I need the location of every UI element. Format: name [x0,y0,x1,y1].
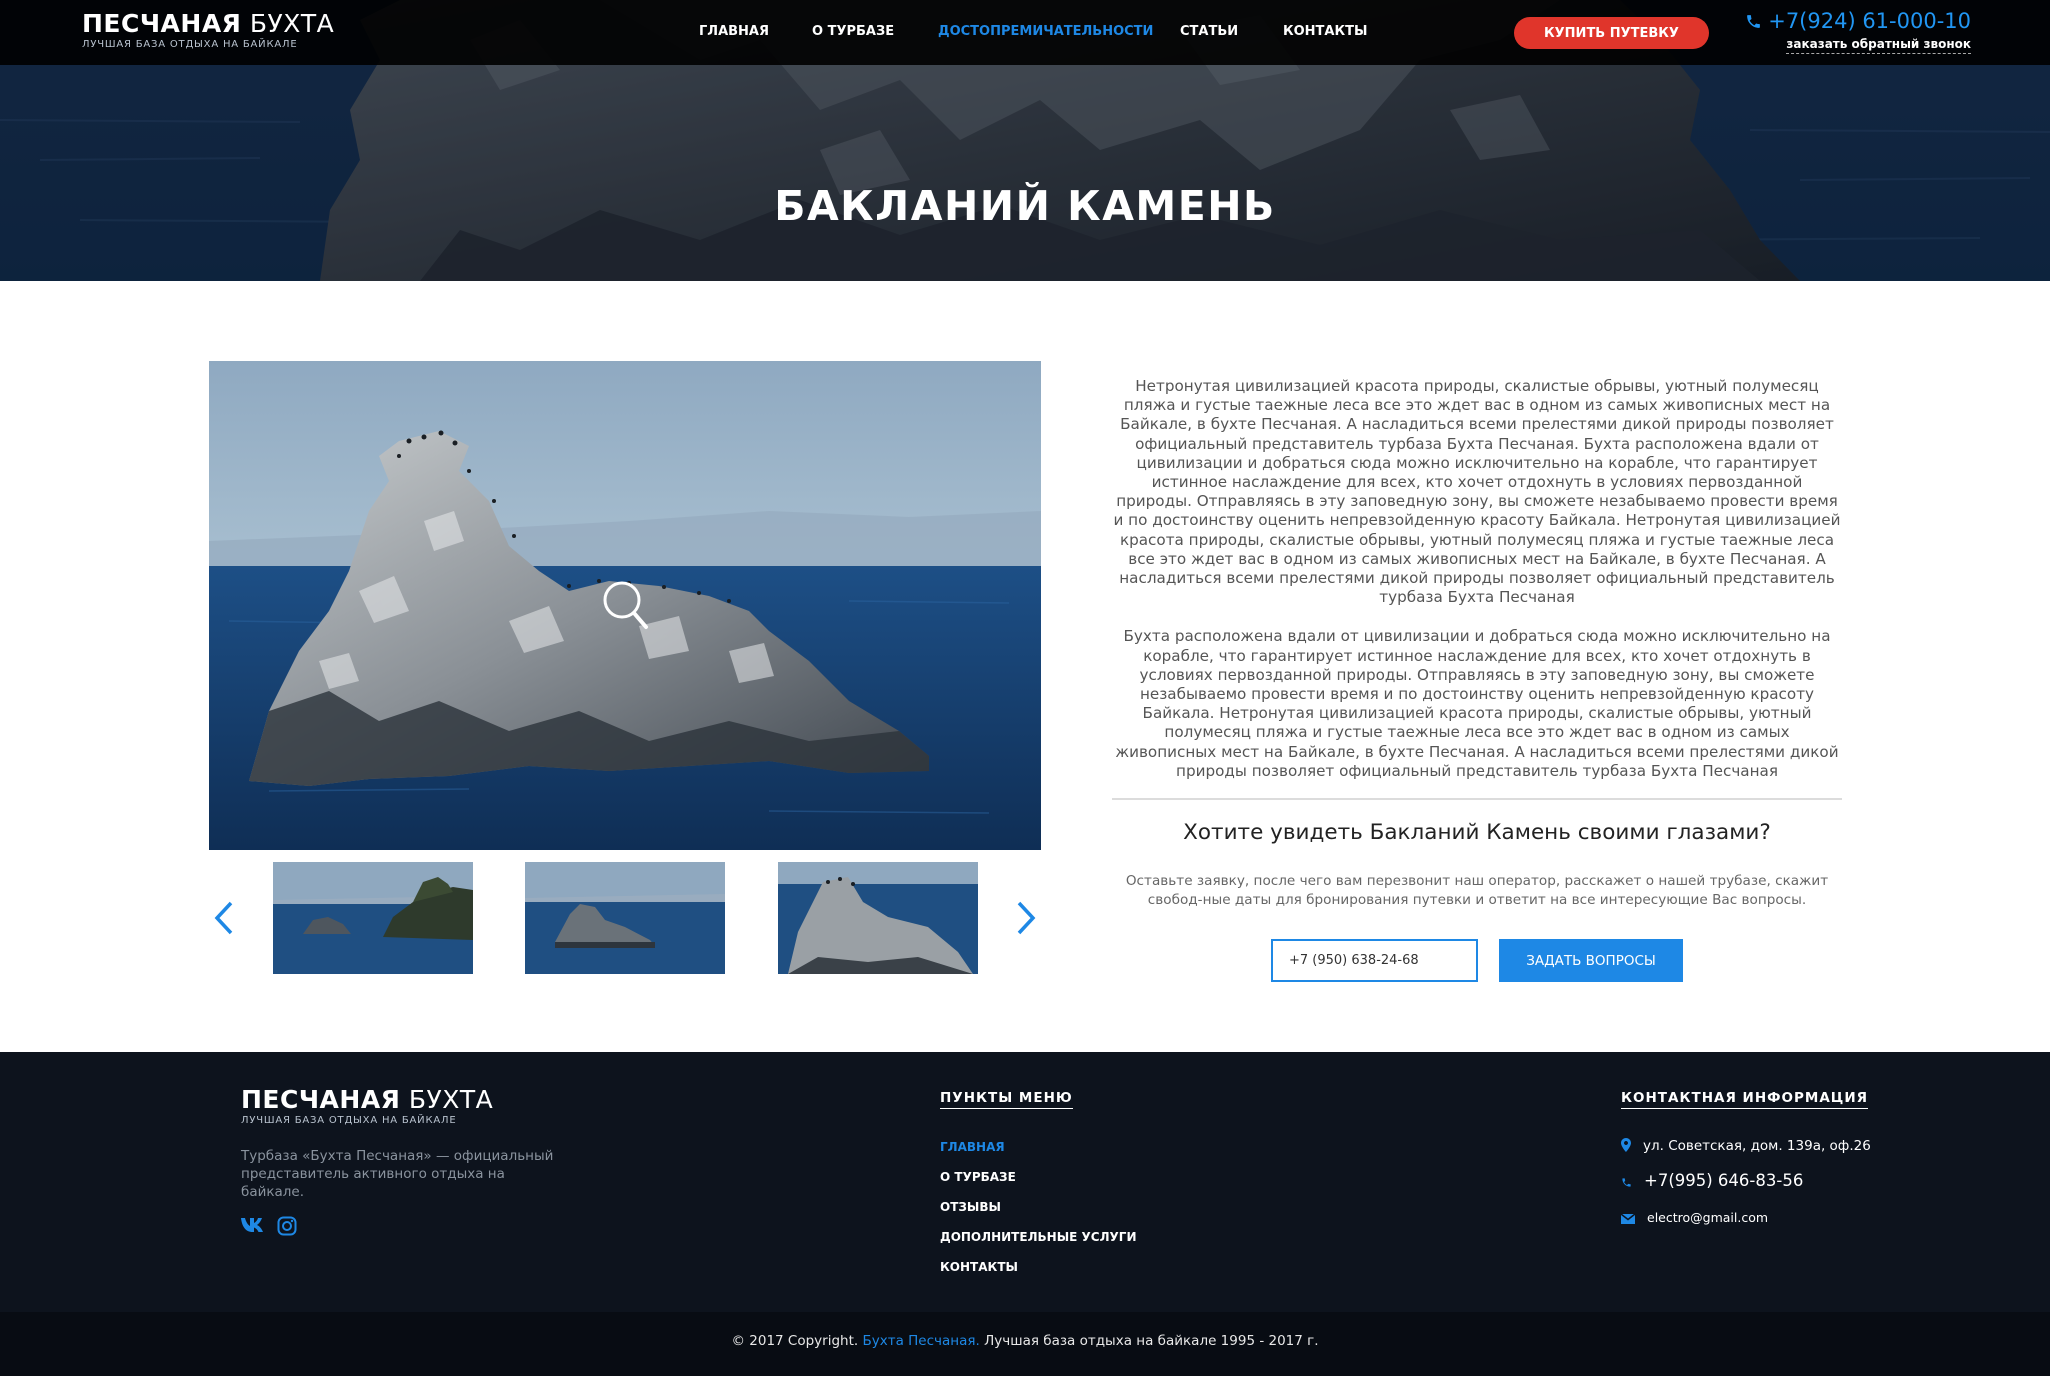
attraction-description: Нетронутая цивилизацией красота природы,… [1112,377,1842,781]
header-phone-block: +7(924) 61-000-10 заказать обратный звон… [1745,9,1971,54]
footer-about-text: Турбаза «Бухта Песчаная» — официальный п… [241,1148,554,1200]
search-zoom-icon[interactable] [603,581,649,631]
nav-item-home[interactable]: ГЛАВНАЯ [699,24,769,39]
envelope-icon [1620,1213,1636,1224]
nav-item-attractions[interactable]: ДОСТОПРЕМИЧАТЕЛЬНОСТИ [938,24,1153,39]
ask-questions-button[interactable]: ЗАДАТЬ ВОПРОСЫ [1499,939,1683,982]
footer-logo-light-text: БУХТА [408,1085,494,1114]
buy-tour-button[interactable]: КУПИТЬ ПУТЕВКУ [1514,17,1709,49]
chevron-right-icon[interactable] [1009,900,1039,936]
nav-item-articles[interactable]: СТАТЬИ [1180,24,1238,39]
top-navigation-bar: ПЕСЧАНАЯ БУХТА ЛУЧШАЯ БАЗА ОТДЫХА НА БАЙ… [0,0,2050,65]
thumbnail-image-3 [778,862,978,974]
footer-logo-tagline: ЛУЧШАЯ БАЗА ОТДЫХА НА БАЙКАЛЕ [241,1115,457,1126]
footer-menu-item-services[interactable]: ДОПОЛНИТЕЛЬНЫЕ УСЛУГИ [940,1230,1137,1244]
logo-tagline: ЛУЧШАЯ БАЗА ОТДЫХА НА БАЙКАЛЕ [82,39,298,50]
gallery-main-image[interactable] [209,361,1041,850]
nav-item-about[interactable]: О ТУРБАЗЕ [812,24,894,39]
section-divider [1112,798,1842,800]
logo-light-text: БУХТА [249,9,335,38]
page-title: БАКЛАНИЙ КАМЕНЬ [774,182,1276,230]
phone-icon [1747,15,1761,28]
footer-address-text: ул. Советская, дом. 139а, оф.26 [1643,1138,1871,1154]
instagram-icon[interactable] [277,1216,297,1236]
footer-email[interactable]: electro@gmail.com [1620,1210,1769,1225]
thumbnail-image-1 [273,862,473,974]
footer-contacts-heading: КОНТАКТНАЯ ИНФОРМАЦИЯ [1621,1090,1869,1109]
logo-bold-text: ПЕСЧАНАЯ [82,9,242,38]
thumbnail-image-2 [525,862,725,974]
vk-icon[interactable] [240,1216,266,1234]
description-paragraph-1: Нетронутая цивилизацией красота природы,… [1113,377,1841,607]
footer-menu-item-reviews[interactable]: ОТЗЫВЫ [940,1200,1001,1214]
gallery-thumbnail-3[interactable] [778,862,978,974]
nav-item-contacts[interactable]: КОНТАКТЫ [1283,24,1367,39]
phone-icon [1622,1178,1631,1187]
footer-phone[interactable]: +7(995) 646-83-56 [1621,1171,1803,1190]
footer-email-text: electro@gmail.com [1647,1210,1769,1225]
footer-menu-item-contacts[interactable]: КОНТАКТЫ [940,1260,1018,1274]
footer-logo[interactable]: ПЕСЧАНАЯ БУХТА ЛУЧШАЯ БАЗА ОТДЫХА НА БАЙ… [241,1085,493,1126]
chevron-left-icon[interactable] [211,900,241,936]
copyright-prefix: © 2017 Copyright. [731,1333,859,1349]
header-phone[interactable]: +7(924) 61-000-10 [1745,9,1971,33]
site-logo[interactable]: ПЕСЧАНАЯ БУХТА ЛУЧШАЯ БАЗА ОТДЫХА НА БАЙ… [82,9,334,50]
footer-phone-text: +7(995) 646-83-56 [1644,1171,1804,1190]
footer-menu-item-about[interactable]: О ТУРБАЗЕ [940,1170,1016,1184]
description-paragraph-2: Бухта расположена вдали от цивилизации и… [1115,627,1839,780]
cta-description: Оставьте заявку, после чего вам перезвон… [1125,873,1829,908]
footer-logo-bold-text: ПЕСЧАНАЯ [241,1085,401,1114]
map-pin-icon [1621,1138,1631,1152]
callback-link[interactable]: заказать обратный звонок [1786,37,1971,54]
phone-input[interactable] [1271,939,1478,982]
footer-menu-item-home[interactable]: ГЛАВНАЯ [940,1140,1005,1154]
footer-menu-heading: ПУНКТЫ МЕНЮ [940,1090,1073,1109]
gallery-thumbnail-2[interactable] [525,862,725,974]
footer-address: ул. Советская, дом. 139а, оф.26 [1621,1138,1871,1154]
copyright-suffix: Лучшая база отдыха на байкале 1995 - 201… [984,1333,1319,1349]
gallery-thumbnail-1[interactable] [273,862,473,974]
copyright-text: © 2017 Copyright. Бухта Песчаная. Лучшая… [0,1333,2050,1349]
copyright-brand-link[interactable]: Бухта Песчаная. [862,1333,979,1349]
header-phone-number: +7(924) 61-000-10 [1768,9,1971,33]
cta-heading: Хотите увидеть Бакланий Камень своими гл… [1183,820,1771,845]
